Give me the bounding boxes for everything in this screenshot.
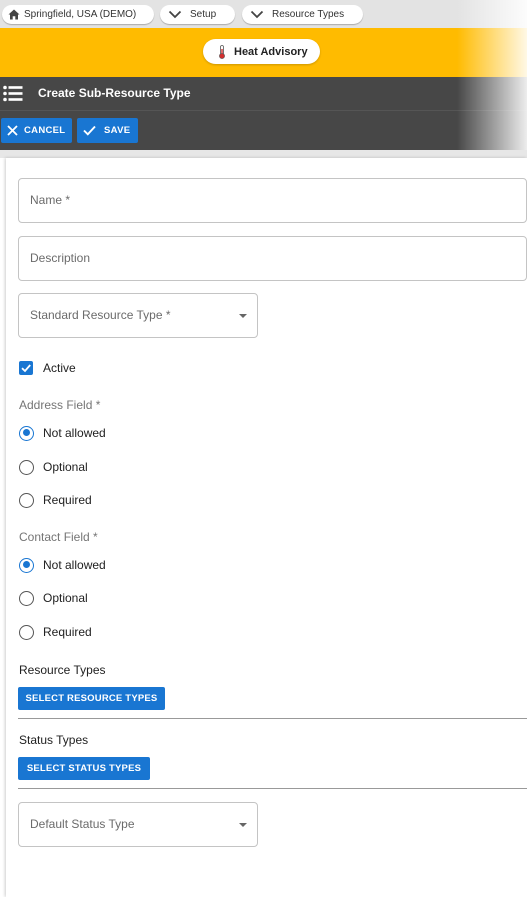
description-placeholder: Description [30, 251, 91, 265]
radio-unselected-icon [19, 459, 34, 475]
save-button[interactable]: SAVE [77, 118, 138, 143]
chevron-down-icon [168, 10, 182, 19]
chevron-down-icon [250, 10, 264, 19]
contact-radio-optional[interactable]: Optional [19, 589, 88, 607]
address-radio-optional[interactable]: Optional [19, 458, 88, 476]
default-status-type-placeholder: Default Status Type [30, 817, 135, 831]
radio-selected-icon [19, 557, 34, 573]
status-types-label: Status Types [19, 733, 89, 747]
select-status-types-button[interactable]: SELECT STATUS TYPES [18, 757, 150, 780]
checkbox-checked-icon [19, 361, 33, 375]
breadcrumb-setup-label: Setup [190, 9, 217, 20]
resource-types-label: Resource Types [19, 663, 106, 677]
address-radio-not-allowed[interactable]: Not allowed [19, 424, 106, 442]
dropdown-arrow-icon [239, 823, 247, 827]
breadcrumb-resource-types[interactable]: Resource Types [242, 5, 363, 24]
breadcrumb-resource-types-label: Resource Types [272, 9, 345, 20]
page-title: Create Sub-Resource Type [38, 86, 191, 100]
contact-radio-required[interactable]: Required [19, 623, 92, 641]
standard-resource-type-placeholder: Standard Resource Type * [30, 308, 171, 322]
dropdown-arrow-icon [239, 314, 247, 318]
check-icon [83, 125, 96, 136]
heat-advisory-label: Heat Advisory [234, 45, 308, 58]
active-label: Active [43, 361, 76, 375]
description-field[interactable]: Description [18, 236, 527, 281]
page-background [0, 150, 527, 158]
address-field-label: Address Field * [19, 398, 101, 412]
default-status-type-select[interactable]: Default Status Type [18, 802, 258, 847]
home-icon [8, 9, 20, 20]
address-radio-required[interactable]: Required [19, 491, 92, 509]
radio-unselected-icon [19, 624, 34, 640]
radio-label: Not allowed [43, 558, 106, 572]
divider [18, 718, 527, 719]
radio-label: Optional [43, 460, 88, 474]
breadcrumb-setup[interactable]: Setup [160, 5, 235, 24]
active-checkbox[interactable]: Active [19, 359, 76, 377]
thermometer-icon [219, 44, 225, 59]
contact-field-label: Contact Field * [19, 530, 98, 544]
contact-radio-not-allowed[interactable]: Not allowed [19, 556, 106, 574]
breadcrumb-home-label: Springfield, USA (DEMO) [24, 9, 137, 20]
menu-icon[interactable] [3, 85, 23, 102]
divider [18, 788, 527, 789]
breadcrumb-home[interactable]: Springfield, USA (DEMO) [2, 5, 154, 24]
radio-selected-icon [19, 425, 34, 441]
name-field[interactable]: Name * [18, 178, 527, 223]
radio-unselected-icon [19, 590, 34, 606]
select-resource-types-button[interactable]: SELECT RESOURCE TYPES [18, 687, 165, 710]
radio-label: Required [43, 625, 92, 639]
name-placeholder: Name * [30, 193, 71, 207]
radio-label: Not allowed [43, 426, 106, 440]
save-button-label: SAVE [104, 125, 131, 136]
heat-advisory-chip[interactable]: Heat Advisory [203, 39, 320, 64]
radio-label: Optional [43, 591, 88, 605]
cancel-button[interactable]: CANCEL [1, 118, 72, 143]
close-icon [7, 125, 18, 136]
radio-label: Required [43, 493, 92, 507]
standard-resource-type-select[interactable]: Standard Resource Type * [18, 293, 258, 338]
radio-unselected-icon [19, 492, 34, 508]
cancel-button-label: CANCEL [24, 125, 66, 136]
